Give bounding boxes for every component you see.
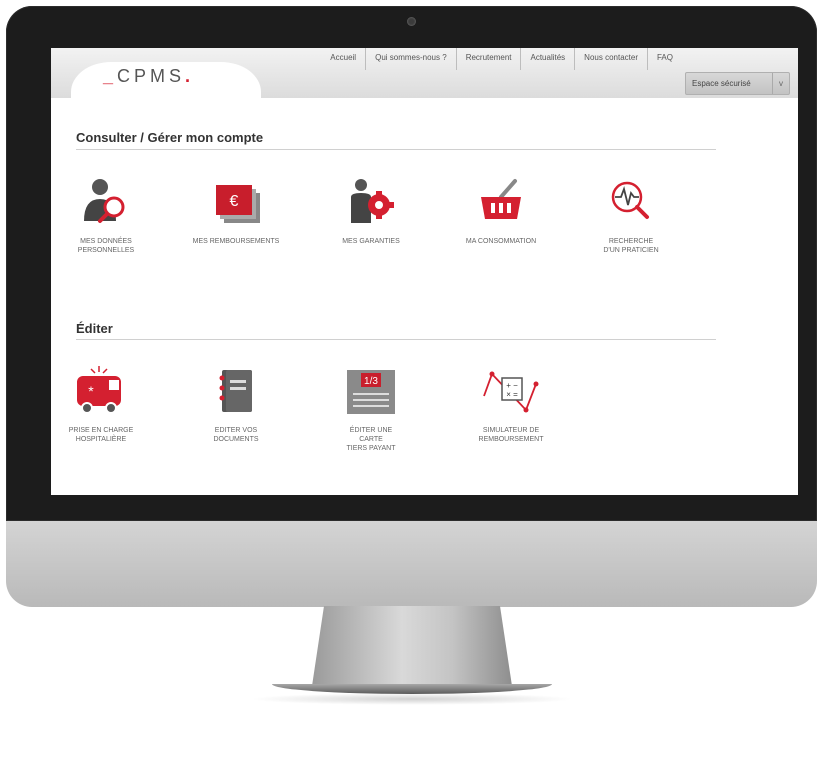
camera-icon [407, 17, 416, 26]
nav-recrutement[interactable]: Recrutement [455, 48, 521, 70]
tile-mes-donnees[interactable]: MES DONNÉES PERSONNELLES [51, 173, 161, 255]
nav-actualites[interactable]: Actualités [520, 48, 574, 70]
logo-text: CPMS [117, 66, 186, 86]
nav-accueil[interactable]: Accueil [321, 48, 365, 70]
section-title-consulter: Consulter / Gérer mon compte [76, 130, 264, 145]
person-search-icon [84, 179, 125, 223]
svg-text:€: € [230, 193, 239, 210]
tile-label: RECHERCHE D'UN PRATICIEN [603, 238, 659, 254]
tile-label: MES REMBOURSEMENTS [192, 238, 280, 245]
tile-editer-carte[interactable]: 1/3 ÉDITER UNE CARTE TIERS PAYANT [316, 362, 426, 453]
monitor-stand [312, 606, 512, 686]
header-bar: _CPMS. Accueil Qui sommes-nous ? Recrute… [51, 48, 798, 106]
tile-label: ÉDITER UNE CARTE TIERS PAYANT [346, 427, 396, 452]
tile-mes-remboursements[interactable]: € MES REMBOURSEMENTS [181, 173, 291, 246]
tile-mes-garanties[interactable]: MES GARANTIES [316, 173, 426, 246]
tile-prise-en-charge[interactable]: * PRISE EN CHARGE HOSPITALIÈRE [51, 362, 156, 444]
imac-monitor: _CPMS. Accueil Qui sommes-nous ? Recrute… [6, 6, 817, 607]
monitor-chin [6, 521, 817, 607]
espace-securise-label: Espace sécurisé [692, 79, 751, 88]
logo-dash: _ [103, 66, 118, 86]
tile-editer-documents[interactable]: EDITER VOS DOCUMENTS [181, 362, 291, 444]
tile-label: MES DONNÉES PERSONNELLES [77, 238, 135, 254]
espace-securise-button[interactable]: Espace sécurisé v [685, 72, 790, 95]
notebook-icon [219, 370, 252, 412]
euro-cards-icon: € [216, 185, 260, 223]
svg-text:*: * [88, 383, 94, 399]
nav-nous-contacter[interactable]: Nous contacter [574, 48, 647, 70]
tile-label: PRISE EN CHARGE HOSPITALIÈRE [68, 427, 134, 443]
nav-faq[interactable]: FAQ [646, 48, 682, 70]
monitor-bezel: _CPMS. Accueil Qui sommes-nous ? Recrute… [6, 6, 817, 521]
calculator-chart-icon: + − × = [483, 371, 539, 413]
section-title-editer: Éditer [76, 321, 113, 336]
heartbeat-search-icon [611, 181, 649, 219]
top-nav: Accueil Qui sommes-nous ? Recrutement Ac… [321, 48, 682, 70]
person-gear-icon [351, 179, 394, 223]
monitor-shadow [250, 693, 574, 705]
card-fraction: 1/3 [364, 376, 378, 387]
section-divider [76, 339, 716, 340]
ambulance-icon: * [77, 366, 121, 414]
tile-simulateur[interactable]: + − × = SIMULATEUR DE REMBOURSEMENT [456, 362, 566, 444]
tile-label: EDITER VOS DOCUMENTS [213, 427, 259, 443]
svg-text:+ −: + − [506, 381, 518, 390]
tile-recherche-praticien[interactable]: RECHERCHE D'UN PRATICIEN [576, 173, 686, 255]
basket-icon [481, 179, 521, 219]
card-icon: 1/3 [347, 370, 395, 414]
tile-label: SIMULATEUR DE REMBOURSEMENT [478, 427, 544, 443]
tile-label: MA CONSOMMATION [465, 238, 537, 245]
screen: _CPMS. Accueil Qui sommes-nous ? Recrute… [51, 48, 798, 495]
chevron-down-icon[interactable]: v [772, 73, 789, 94]
logo-dash: . [185, 66, 195, 86]
logo[interactable]: _CPMS. [103, 66, 194, 87]
section-divider [76, 149, 716, 150]
tile-ma-consommation[interactable]: MA CONSOMMATION [446, 173, 556, 246]
nav-qui-sommes-nous[interactable]: Qui sommes-nous ? [365, 48, 456, 70]
tile-label: MES GARANTIES [342, 238, 400, 245]
svg-text:× =: × = [506, 390, 518, 399]
